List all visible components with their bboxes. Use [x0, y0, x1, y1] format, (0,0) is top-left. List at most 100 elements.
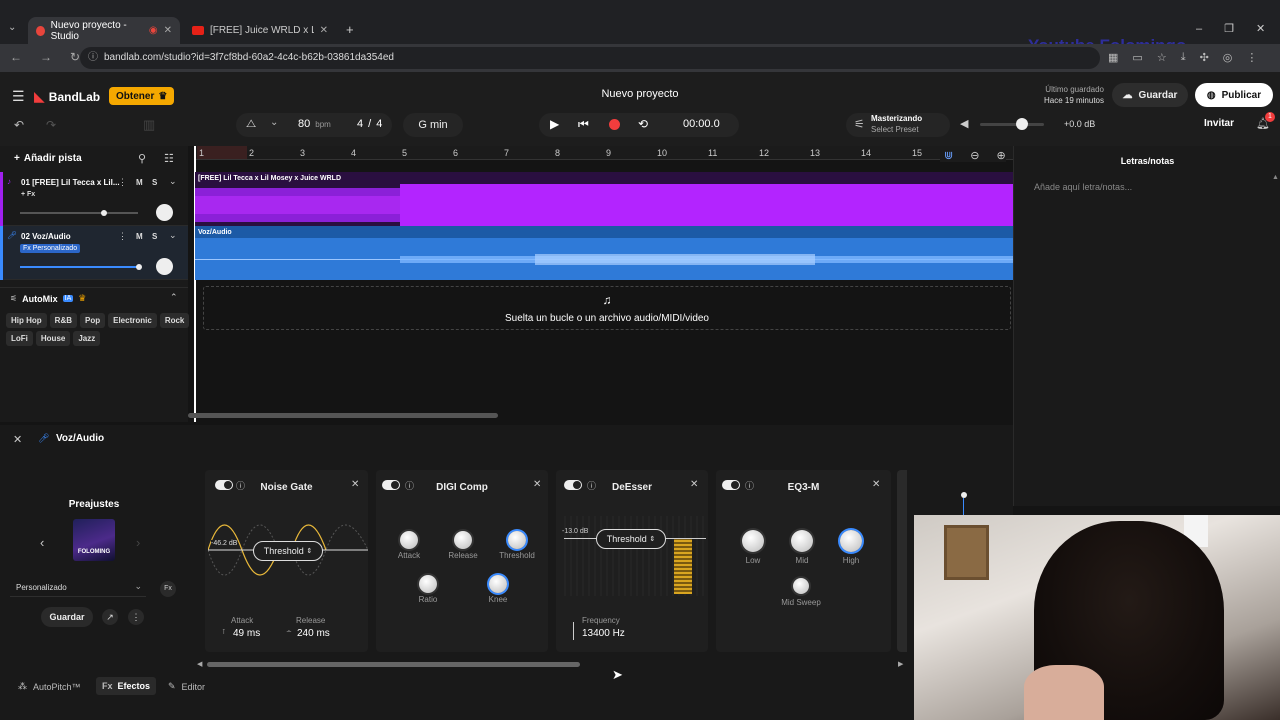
attack-knob[interactable]	[400, 531, 418, 549]
redo-icon[interactable]: ↷	[46, 118, 56, 132]
solo-button[interactable]: S	[152, 178, 157, 187]
genre-chip[interactable]: LoFi	[6, 331, 33, 346]
puzzle-icon[interactable]: ✣	[1200, 51, 1209, 64]
undo-icon[interactable]: ↶	[14, 118, 24, 132]
bookmark-star-icon[interactable]: ☆	[1157, 51, 1167, 64]
profile-icon[interactable]: ◎	[1223, 51, 1233, 64]
threshold-dropdown[interactable]: Threshold ⇕	[596, 529, 666, 549]
volume-thumb[interactable]	[101, 210, 107, 216]
mid-sweep-knob[interactable]	[793, 578, 809, 594]
publish-button[interactable]: ◍ Publicar	[1195, 83, 1273, 107]
add-fx-button[interactable]: + Fx	[21, 191, 35, 198]
next-preset-icon[interactable]: ›	[136, 535, 140, 550]
snap-magnet-icon[interactable]: ⋓	[944, 149, 953, 162]
track-header[interactable]: ♪ 01 [FREE] Lil Tecca x Lil... ⋮ M S ⌄ +…	[0, 172, 188, 226]
volume-slider[interactable]	[20, 266, 138, 268]
forward-icon[interactable]: →	[40, 50, 52, 64]
preset-select[interactable]: Personalizado ⌄	[10, 579, 146, 597]
frequency-value[interactable]: 13400 Hz	[582, 628, 625, 639]
threshold-dropdown[interactable]: Threshold ⇕	[253, 541, 323, 561]
ratio-knob[interactable]	[419, 575, 437, 593]
next-effect-card[interactable]	[897, 470, 907, 652]
remove-effect-icon[interactable]: ✕	[351, 479, 359, 490]
reload-icon[interactable]: ↻	[70, 50, 80, 64]
extension-icon[interactable]: ▦	[1108, 51, 1118, 64]
pan-knob[interactable]	[156, 204, 173, 221]
genre-chip[interactable]: Electronic	[108, 313, 157, 328]
skip-back-icon[interactable]: ⏮	[578, 117, 589, 132]
preset-thumbnail[interactable]: FOLOMING	[73, 519, 115, 561]
frequency-band[interactable]	[674, 538, 692, 594]
knee-knob[interactable]	[489, 575, 507, 593]
genre-chip[interactable]: Jazz	[73, 331, 101, 346]
more-options-icon[interactable]: ⋮	[128, 609, 144, 625]
zoom-out-icon[interactable]: ⊖	[970, 149, 979, 162]
tab-effects[interactable]: Fx Efectos	[96, 677, 157, 695]
menu-dots-icon[interactable]: ⋮	[1246, 51, 1257, 64]
minimize-icon[interactable]: –	[1196, 23, 1202, 35]
hamburger-menu-icon[interactable]: ☰	[12, 88, 25, 105]
close-tab-icon[interactable]: ✕	[320, 25, 328, 36]
volume-thumb[interactable]	[136, 264, 142, 270]
invite-button[interactable]: Invitar	[1204, 118, 1234, 129]
release-adjust-icon[interactable]: ∸	[286, 628, 292, 636]
high-knob[interactable]	[840, 530, 862, 552]
loop-region[interactable]	[197, 146, 247, 159]
master-volume-thumb[interactable]	[1016, 118, 1028, 130]
genre-chip[interactable]: R&B	[49, 313, 78, 328]
low-knob[interactable]	[742, 530, 764, 552]
mute-button[interactable]: M	[136, 178, 143, 187]
brand-name[interactable]: BandLab	[49, 90, 100, 104]
cast-icon[interactable]: ▭	[1132, 51, 1142, 64]
scroll-up-icon[interactable]: ▲	[1272, 174, 1279, 181]
track-expand-icon[interactable]: ⌄	[169, 176, 177, 187]
track-menu-icon[interactable]: ⋮	[118, 231, 127, 242]
url-bar[interactable]: ⓘ bandlab.com/studio?id=3f7cf8bd-60a2-4c…	[80, 47, 1100, 69]
track-menu-icon[interactable]: ⋮	[118, 177, 127, 188]
mute-button[interactable]: M	[136, 232, 143, 241]
mastering-preset[interactable]: Select Preset	[871, 125, 919, 134]
lyrics-textarea[interactable]: Añade aquí letra/notas...	[1034, 182, 1132, 192]
share-icon[interactable]: ↗	[102, 609, 118, 625]
close-window-icon[interactable]: ✕	[1256, 22, 1265, 35]
timeline-ruler[interactable]: 1 2 3 4 5 6 7 8 9 10 11 12 13 14 15 16	[195, 146, 1013, 160]
mid-knob[interactable]	[791, 530, 813, 552]
tab-editor[interactable]: ✎ Editor	[168, 681, 205, 692]
mastering-label[interactable]: Masterizando	[871, 114, 922, 123]
time-signature-control[interactable]: 4 / 4	[357, 118, 382, 130]
remove-effect-icon[interactable]: ✕	[690, 479, 698, 490]
tempo-control[interactable]: 80 bpm	[298, 118, 331, 130]
track-header[interactable]: 🎤︎ 02 Voz/Audio ⋮ M S ⌄ Fx Personalizado	[0, 226, 188, 280]
site-info-icon[interactable]: ⓘ	[88, 47, 98, 69]
loop-icon[interactable]: ⟲	[638, 117, 648, 131]
close-tab-icon[interactable]: ✕	[164, 25, 172, 36]
master-volume-slider[interactable]	[980, 123, 1044, 126]
back-icon[interactable]: ←	[10, 50, 22, 64]
scroll-right-icon[interactable]: ▶	[898, 660, 903, 668]
genre-chip[interactable]: Hip Hop	[6, 313, 47, 328]
download-icon[interactable]: ⤓	[1181, 51, 1186, 64]
fx-bypass-icon[interactable]: Fx	[160, 581, 176, 597]
key-selector[interactable]: G min	[403, 113, 463, 137]
browser-tab-active[interactable]: Nuevo proyecto - Studio ◉ ✕	[28, 17, 180, 44]
loop-library-icon[interactable]: ▥	[143, 117, 155, 133]
remove-effect-icon[interactable]: ✕	[872, 479, 880, 490]
track-expand-icon[interactable]: ⌄	[169, 230, 177, 241]
remove-effect-icon[interactable]: ✕	[533, 479, 541, 490]
close-panel-icon[interactable]: ✕	[13, 433, 22, 446]
attack-value[interactable]: 49 ms	[233, 628, 260, 639]
genre-chip[interactable]: Rock	[159, 313, 190, 328]
solo-button[interactable]: S	[152, 232, 157, 241]
genre-chip[interactable]: Pop	[80, 313, 106, 328]
metronome-icon[interactable]: ⧍	[246, 118, 256, 131]
record-icon[interactable]	[609, 119, 620, 130]
zoom-in-icon[interactable]: ⊕	[996, 149, 1005, 162]
genre-chip[interactable]: House	[35, 331, 71, 346]
speaker-icon[interactable]: ◀	[960, 117, 968, 130]
audio-clip-beat[interactable]: [FREE] Lil Tecca x Lil Mosey x Juice WRL…	[195, 172, 1013, 226]
track-settings-icon[interactable]: ☷	[164, 152, 174, 165]
collapse-icon[interactable]: ⌃	[170, 292, 178, 303]
save-preset-button[interactable]: Guardar	[41, 607, 93, 627]
drop-zone[interactable]: ♫ Suelta un bucle o un archivo audio/MID…	[203, 286, 1011, 330]
prev-preset-icon[interactable]: ‹	[40, 535, 44, 550]
